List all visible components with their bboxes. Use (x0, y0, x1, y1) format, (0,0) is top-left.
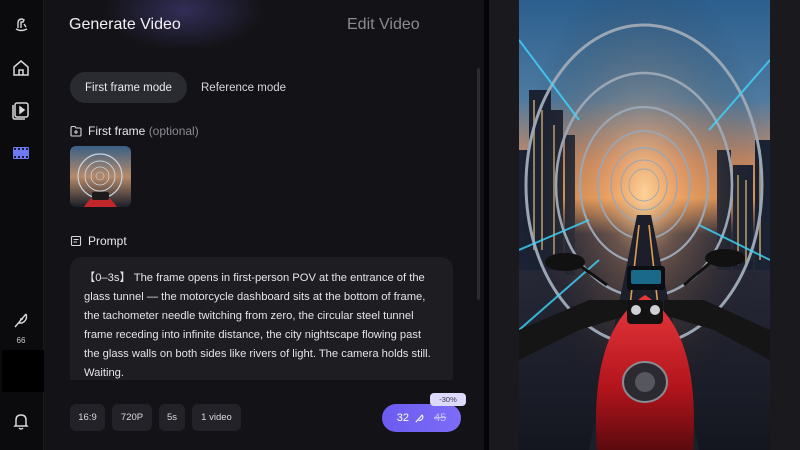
film-strip-icon[interactable] (8, 140, 34, 166)
generate-panel: Generate Video Edit Video First frame mo… (44, 0, 484, 450)
aspect-ratio-select[interactable]: 16:9 (70, 404, 105, 431)
first-frame-mode-button[interactable]: First frame mode (70, 72, 187, 103)
image-add-icon (70, 125, 82, 137)
prompt-text: 【0–3s】 The frame opens in first-person P… (84, 272, 431, 379)
video-library-icon[interactable] (8, 97, 34, 123)
first-frame-thumbnail[interactable] (70, 146, 131, 207)
discount-badge: -30% (430, 393, 466, 406)
video-count-select[interactable]: 1 video (192, 404, 241, 431)
generate-button[interactable]: 32 45 (382, 404, 461, 432)
first-frame-label: First frame (optional) (88, 124, 199, 138)
generate-old-price: 45 (434, 412, 447, 424)
generate-price: 32 (396, 412, 409, 424)
home-icon[interactable] (8, 55, 34, 81)
video-preview[interactable] (519, 0, 770, 450)
credits-count: 66 (16, 336, 26, 345)
resolution-select[interactable]: 720P (112, 404, 152, 431)
prompt-label: Prompt (88, 234, 127, 248)
credits-counter[interactable]: 66 (0, 310, 42, 345)
tab-generate-video[interactable]: Generate Video (69, 16, 181, 34)
feather-pen-icon (14, 313, 28, 328)
prompt-textarea[interactable]: 【0–3s】 The frame opens in first-person P… (70, 257, 453, 380)
duration-select[interactable]: 5s (159, 404, 185, 431)
icon-rail: 66 (0, 0, 44, 450)
document-icon (70, 235, 82, 247)
feather-pen-icon (415, 413, 424, 423)
rocking-horse-logo-icon[interactable] (8, 12, 34, 38)
avatar[interactable] (2, 350, 44, 392)
bell-icon[interactable] (8, 408, 34, 434)
first-frame-header: First frame (optional) (70, 124, 199, 138)
prompt-header: Prompt (70, 234, 127, 248)
reference-mode-button[interactable]: Reference mode (186, 72, 301, 103)
tab-edit-video[interactable]: Edit Video (347, 16, 420, 34)
scrollbar[interactable] (477, 68, 480, 300)
